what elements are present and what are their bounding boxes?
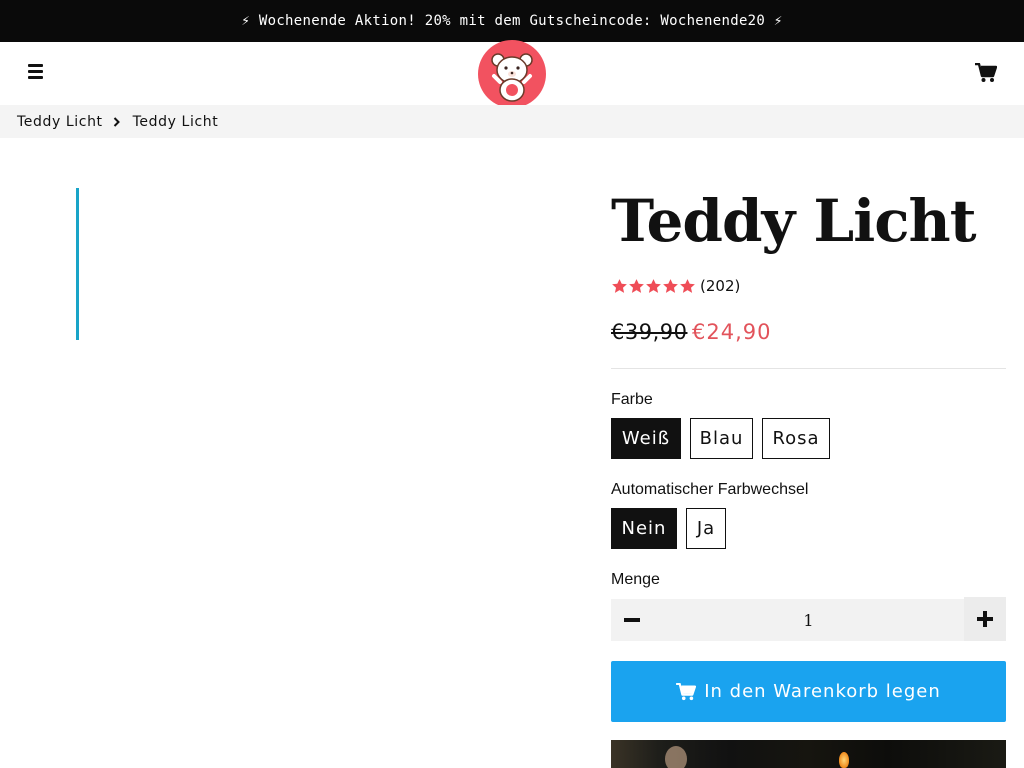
quantity-label: Menge xyxy=(611,571,660,588)
color-option-weiss[interactable]: Weiß xyxy=(611,418,681,459)
product-title: Teddy Licht xyxy=(611,187,976,255)
teddy-bear-logo-icon[interactable] xyxy=(478,40,546,108)
auto-color-change-options: Nein Ja xyxy=(611,508,735,549)
auto-color-option-ja[interactable]: Ja xyxy=(686,508,726,549)
star-icon xyxy=(663,278,678,293)
star-icon xyxy=(680,278,695,293)
shopping-cart-icon[interactable] xyxy=(975,62,998,83)
chevron-right-icon xyxy=(113,116,120,127)
minus-icon[interactable] xyxy=(611,599,653,641)
option-label-farbe: Farbe xyxy=(611,391,653,408)
color-options: Weiß Blau Rosa xyxy=(611,418,839,459)
announcement-text: ⚡ Wochenende Aktion! 20% mit dem Gutsche… xyxy=(241,13,783,29)
announcement-bar: ⚡ Wochenende Aktion! 20% mit dem Gutsche… xyxy=(0,0,1024,42)
breadcrumb: Teddy Licht Teddy Licht xyxy=(0,105,1024,138)
plus-icon[interactable] xyxy=(964,597,1006,641)
add-to-cart-button[interactable]: In den Warenkorb legen xyxy=(611,661,1006,722)
price-original: €39,90 xyxy=(611,320,688,344)
color-option-rosa[interactable]: Rosa xyxy=(762,418,830,459)
breadcrumb-current: Teddy Licht xyxy=(132,113,219,130)
quantity-stepper xyxy=(611,597,1006,641)
rating-stars xyxy=(611,278,696,295)
price-sale: €24,90 xyxy=(692,320,772,344)
auto-color-option-nein[interactable]: Nein xyxy=(611,508,677,549)
color-option-blau[interactable]: Blau xyxy=(690,418,753,459)
site-header xyxy=(0,40,1024,108)
star-icon xyxy=(629,278,644,293)
quantity-input[interactable] xyxy=(653,599,964,641)
star-icon xyxy=(646,278,661,293)
gallery-thumbnail-indicator[interactable] xyxy=(76,188,79,340)
product-rating[interactable]: (202) xyxy=(611,277,740,295)
option-label-farbwechsel: Automatischer Farbwechsel xyxy=(611,481,809,498)
divider xyxy=(611,368,1006,369)
product-lifestyle-image xyxy=(611,740,1006,768)
star-icon xyxy=(612,278,627,293)
add-to-cart-label: In den Warenkorb legen xyxy=(704,681,941,702)
breadcrumb-link-collection[interactable]: Teddy Licht xyxy=(17,114,103,130)
shopping-cart-icon xyxy=(676,682,697,700)
hamburger-menu-icon[interactable] xyxy=(28,64,46,82)
rating-count: (202) xyxy=(700,277,741,295)
